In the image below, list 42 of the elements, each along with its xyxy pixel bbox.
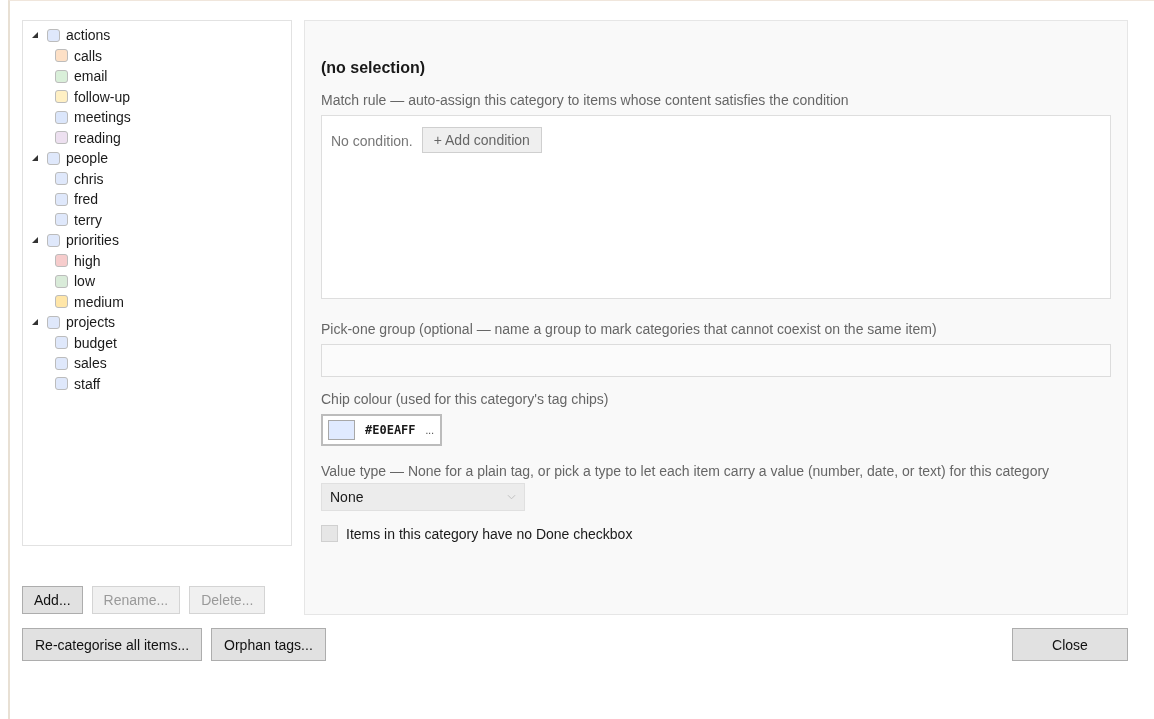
tree-item[interactable]: projects xyxy=(66,314,116,331)
chevron-down-icon xyxy=(507,494,516,500)
tree-item[interactable]: follow-up xyxy=(74,88,131,105)
tree-item[interactable]: sales xyxy=(74,355,107,372)
colour-value: #E0EAFF xyxy=(365,423,416,437)
input-field[interactable] xyxy=(321,344,1111,377)
recategorise-button[interactable]: Re-categorise all items... xyxy=(22,628,203,661)
checkbox[interactable] xyxy=(321,525,338,542)
expand-triangle-icon[interactable] xyxy=(31,236,39,245)
checkbox-label: Items in this category have no Done checkbox xyxy=(346,525,633,542)
field-label: Match rule — auto-assign this category to items whose content satisfies the condition xyxy=(321,92,850,108)
close-button[interactable]: Close xyxy=(1012,628,1128,661)
more-label: ... xyxy=(425,424,434,436)
tree-item[interactable]: low xyxy=(74,273,95,290)
tree-item[interactable]: people xyxy=(66,150,109,167)
tree-item[interactable]: meetings xyxy=(74,109,131,126)
add-button[interactable]: Add... xyxy=(22,586,83,614)
value-type-dropdown[interactable]: None xyxy=(321,483,525,511)
tree-item[interactable]: terry xyxy=(74,211,102,228)
tree-item[interactable]: email xyxy=(74,68,108,85)
tree-item[interactable]: staff xyxy=(74,375,101,392)
tree-item[interactable]: calls xyxy=(74,47,102,64)
expand-triangle-icon[interactable] xyxy=(31,31,39,40)
tree-item[interactable]: priorities xyxy=(66,232,119,249)
tree-item[interactable]: budget xyxy=(74,334,117,351)
expand-triangle-icon[interactable] xyxy=(31,318,39,327)
tree-item[interactable]: high xyxy=(74,252,101,269)
add-condition-button[interactable]: + Add condition xyxy=(421,127,542,153)
field-label: Chip colour (used for this category's tag chips) xyxy=(321,391,610,407)
tree-item[interactable]: medium xyxy=(74,293,124,310)
colour-picker[interactable]: #E0EAFF ... xyxy=(321,414,442,446)
tree-item[interactable]: fred xyxy=(74,191,99,208)
empty-message: No condition. xyxy=(331,132,413,151)
field-label: Value type — None for a plain tag, or pick a type to let each item carry a value (number, date, or text) for this category xyxy=(321,462,1051,481)
orphan-tags-button[interactable]: Orphan tags... xyxy=(211,628,326,661)
colour-swatch xyxy=(328,420,355,440)
expand-triangle-icon[interactable] xyxy=(31,154,39,163)
tree-item[interactable]: chris xyxy=(74,170,104,187)
details-title: (no selection) xyxy=(321,59,426,77)
field-label: Pick-one group (optional — name a group to mark categories that cannot coexist on the same item) xyxy=(321,321,938,337)
tree-item[interactable]: reading xyxy=(74,129,121,146)
tree-item[interactable]: actions xyxy=(66,27,111,44)
